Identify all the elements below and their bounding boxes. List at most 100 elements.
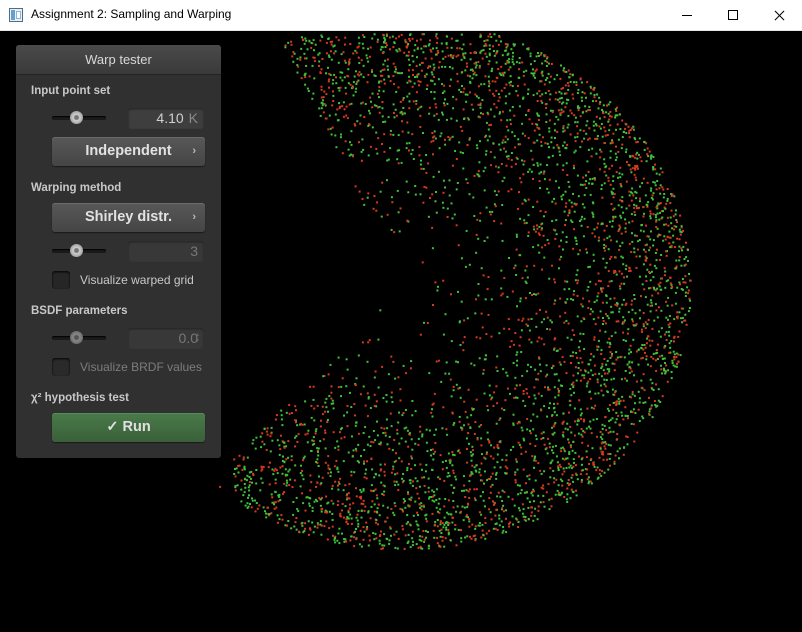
sample-point [632, 423, 635, 426]
sample-point [516, 484, 519, 487]
sample-point [452, 385, 455, 388]
sample-point [600, 184, 603, 187]
sample-point [515, 384, 518, 387]
sample-point [688, 307, 691, 309]
point-count-slider[interactable] [52, 111, 106, 125]
sample-point [614, 331, 617, 334]
run-test-button[interactable]: ✓ Run [52, 413, 205, 442]
sample-point [561, 491, 563, 494]
warp-parameter-slider[interactable] [52, 244, 106, 258]
sample-point [686, 286, 689, 289]
sample-point [384, 120, 387, 123]
sample-point [645, 358, 648, 361]
sample-point [666, 304, 669, 307]
sample-point [567, 84, 570, 87]
sample-point [506, 387, 509, 390]
slider-knob[interactable] [69, 331, 83, 344]
sample-point [515, 396, 517, 399]
sample-point [565, 319, 568, 322]
sample-point [641, 223, 643, 226]
sample-point [470, 459, 473, 462]
point-count-field[interactable]: 4.10 K [128, 108, 204, 129]
sample-point [243, 491, 246, 494]
sample-point [501, 500, 504, 502]
sample-point [317, 447, 320, 450]
sample-point [564, 219, 567, 222]
sample-point [542, 431, 545, 434]
sample-point [334, 541, 337, 544]
sample-point [346, 368, 349, 371]
checkbox-box[interactable] [52, 271, 70, 289]
sample-point [464, 69, 467, 72]
sample-point [255, 436, 258, 439]
sample-point [563, 70, 566, 73]
sample-point [574, 366, 577, 369]
sample-point [534, 445, 537, 447]
slider-knob[interactable] [69, 244, 83, 257]
sample-point [316, 404, 319, 407]
sample-point [514, 264, 517, 267]
sample-point [320, 533, 323, 536]
sample-point [585, 187, 588, 189]
sample-point [481, 57, 484, 60]
sample-point [441, 113, 444, 116]
sample-point [476, 147, 479, 150]
checkbox-box[interactable] [52, 358, 70, 376]
warp-parameter-field[interactable]: 3 [128, 241, 204, 262]
sample-point [513, 114, 516, 117]
sample-point [667, 369, 670, 372]
maximize-button[interactable] [710, 0, 756, 31]
sample-point [497, 166, 500, 169]
sample-point [488, 124, 491, 127]
sample-point [513, 396, 516, 399]
sample-point [410, 152, 413, 155]
sample-point [337, 61, 340, 64]
sample-point [306, 48, 309, 51]
sample-point [464, 265, 467, 268]
sample-point [285, 411, 288, 414]
slider-knob[interactable] [69, 111, 83, 124]
sample-point [528, 478, 531, 481]
sample-point [553, 338, 556, 341]
bsdf-parameter-field[interactable]: 0.0 ▲ ▼ [128, 328, 204, 349]
sample-point [484, 517, 487, 519]
sample-point [545, 121, 548, 123]
sample-point [448, 66, 451, 68]
sample-point [608, 409, 610, 412]
sample-point [611, 362, 614, 365]
point-type-dropdown[interactable]: Independent › [52, 137, 205, 166]
sample-point [425, 463, 428, 466]
sample-point [598, 236, 600, 239]
sample-point [607, 443, 610, 446]
sample-point [428, 429, 431, 432]
sample-point [553, 197, 555, 200]
sample-point [572, 381, 575, 384]
close-button[interactable] [756, 0, 802, 31]
sample-point [484, 521, 487, 524]
sample-point [454, 150, 457, 152]
sample-point [455, 98, 458, 101]
sample-point [450, 117, 453, 120]
sample-point [252, 439, 255, 442]
sample-point [673, 340, 675, 343]
sample-point [457, 528, 460, 531]
warping-method-dropdown[interactable]: Shirley distr. › [52, 203, 205, 232]
panel-title[interactable]: Warp tester [16, 45, 221, 75]
sample-point [314, 430, 317, 433]
sample-point [346, 405, 349, 407]
sample-point [462, 349, 465, 352]
sample-point [362, 34, 364, 37]
sample-point [417, 437, 420, 440]
sample-point [274, 501, 277, 504]
sample-point [271, 501, 274, 504]
sample-point [408, 92, 411, 95]
minimize-button[interactable] [664, 0, 710, 31]
sample-point [621, 414, 624, 417]
sample-point [595, 418, 598, 420]
sample-point [589, 193, 592, 196]
bsdf-parameter-slider[interactable] [52, 331, 106, 345]
sample-point [485, 153, 487, 156]
sample-point [661, 354, 664, 357]
sample-point [482, 491, 484, 494]
sample-point [631, 411, 634, 414]
